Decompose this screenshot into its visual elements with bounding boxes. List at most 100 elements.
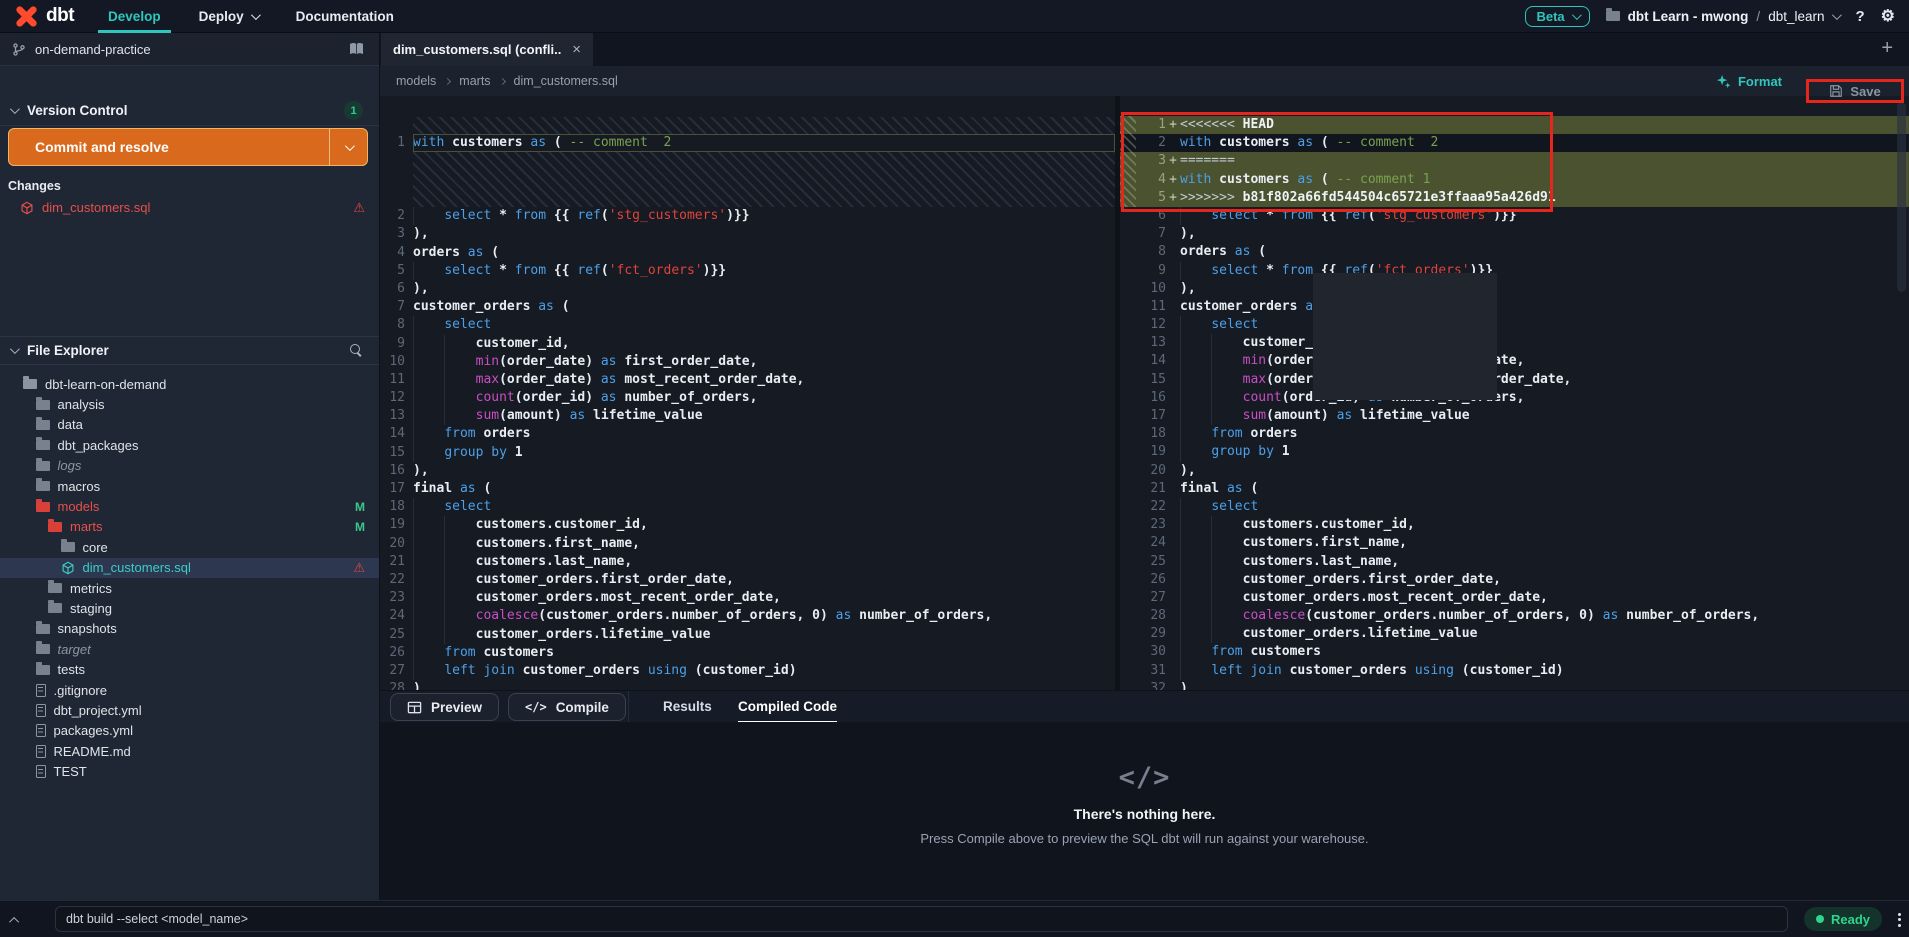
code-line[interactable]: 1with customers as ( -- comment 2: [380, 134, 1115, 152]
branch-selector[interactable]: on-demand-practice: [0, 33, 379, 66]
code-line[interactable]: 30 from customers: [1120, 643, 1909, 661]
code-line[interactable]: 26 from customers: [380, 644, 1115, 662]
file-tree-item[interactable]: metrics: [0, 578, 379, 598]
compile-button[interactable]: </> Compile: [508, 693, 626, 721]
code-line[interactable]: 31 left join customer_orders using (cust…: [1120, 662, 1909, 680]
file-tree-item[interactable]: core: [0, 537, 379, 557]
code-line[interactable]: 5+>>>>>>> b81f802a66fd544504c65721e3ffaa…: [1120, 189, 1909, 207]
file-tree-item[interactable]: modelsM: [0, 496, 379, 516]
code-line[interactable]: 16),: [380, 462, 1115, 480]
code-line[interactable]: 3),: [380, 225, 1115, 243]
code-line[interactable]: 3+=======: [1120, 152, 1909, 170]
file-tree-item[interactable]: logs: [0, 456, 379, 476]
diff-pane-modified[interactable]: 1+<<<<<<< HEAD2with customers as ( -- co…: [1115, 96, 1909, 690]
code-line[interactable]: 20 customers.first_name,: [380, 535, 1115, 553]
code-line[interactable]: 15 group by 1: [380, 444, 1115, 462]
new-tab-button[interactable]: +: [1881, 33, 1893, 66]
code-line[interactable]: 9 customer_id,: [380, 335, 1115, 353]
file-tree-item[interactable]: dbt_project.yml: [0, 700, 379, 720]
kebab-menu-icon[interactable]: [1898, 910, 1901, 929]
code-line[interactable]: 19 group by 1: [1120, 443, 1909, 461]
code-line[interactable]: 6),: [380, 280, 1115, 298]
save-button[interactable]: Save: [1829, 84, 1880, 99]
file-tree-item[interactable]: staging: [0, 598, 379, 618]
code-line[interactable]: 8 select: [380, 316, 1115, 334]
help-icon[interactable]: ?: [1855, 8, 1864, 25]
diff-pane-original[interactable]: 1with customers as ( -- comment 2 2 selec…: [380, 96, 1115, 690]
code-line[interactable]: 11 max(order_date) as most_recent_order_…: [380, 371, 1115, 389]
code-line[interactable]: 17final as (: [380, 480, 1115, 498]
file-tree-item[interactable]: analysis: [0, 394, 379, 414]
search-icon[interactable]: [350, 344, 363, 357]
code-line[interactable]: 14 from orders: [380, 425, 1115, 443]
nav-documentation[interactable]: Documentation: [292, 0, 398, 33]
breadcrumb-file[interactable]: dim_customers.sql: [514, 74, 618, 88]
file-explorer-header[interactable]: File Explorer: [0, 336, 379, 365]
close-icon[interactable]: ×: [572, 42, 581, 57]
code-line[interactable]: 12 count(order_id) as number_of_orders,: [380, 389, 1115, 407]
dbt-logo[interactable]: dbt: [14, 4, 74, 29]
code-line[interactable]: 2 select * from {{ ref('stg_customers')}…: [380, 207, 1115, 225]
gear-icon[interactable]: ⚙: [1881, 6, 1895, 26]
diff-editor[interactable]: 1with customers as ( -- comment 2 2 selec…: [380, 96, 1909, 690]
code-line[interactable]: 23 customer_orders.most_recent_order_dat…: [380, 589, 1115, 607]
code-line[interactable]: 18 from orders: [1120, 425, 1909, 443]
code-line[interactable]: 22 select: [1120, 498, 1909, 516]
command-input[interactable]: [55, 906, 1788, 932]
version-control-header[interactable]: Version Control 1: [0, 96, 379, 125]
preview-button[interactable]: Preview: [390, 693, 499, 721]
commit-options-dropdown[interactable]: [329, 129, 367, 165]
code-line[interactable]: 27 customer_orders.most_recent_order_dat…: [1120, 589, 1909, 607]
code-line[interactable]: 18 select: [380, 498, 1115, 516]
code-line[interactable]: 13 customer_id,: [1120, 334, 1909, 352]
code-line[interactable]: 28 coalesce(customer_orders.number_of_or…: [1120, 607, 1909, 625]
breadcrumb-models[interactable]: models: [396, 74, 436, 88]
code-line[interactable]: 25 customer_orders.lifetime_value: [380, 626, 1115, 644]
code-line[interactable]: 20),: [1120, 462, 1909, 480]
code-line[interactable]: 26 customer_orders.first_order_date,: [1120, 571, 1909, 589]
code-line[interactable]: 24 coalesce(customer_orders.number_of_or…: [380, 607, 1115, 625]
code-line[interactable]: 1+<<<<<<< HEAD: [1120, 116, 1909, 134]
code-line[interactable]: 29 customer_orders.lifetime_value: [1120, 625, 1909, 643]
code-line[interactable]: 10),: [1120, 280, 1909, 298]
file-tree-item[interactable]: target: [0, 639, 379, 659]
code-line[interactable]: 5 select * from {{ ref('fct_orders')}}: [380, 262, 1115, 280]
code-line[interactable]: 8orders as (: [1120, 243, 1909, 261]
code-line[interactable]: 14 min(order_date) as first_order_date,: [1120, 352, 1909, 370]
code-line[interactable]: 23 customers.customer_id,: [1120, 516, 1909, 534]
code-line[interactable]: 10 min(order_date) as first_order_date,: [380, 353, 1115, 371]
code-line[interactable]: 21 customers.last_name,: [380, 553, 1115, 571]
code-line[interactable]: 6 select * from {{ ref('stg_customers')}…: [1120, 207, 1909, 225]
code-line[interactable]: 25 customers.last_name,: [1120, 553, 1909, 571]
file-tree-item[interactable]: README.md: [0, 741, 379, 761]
file-tree-item[interactable]: dbt-learn-on-demand: [0, 374, 379, 394]
tab-compiled-code[interactable]: Compiled Code: [738, 691, 837, 723]
code-line[interactable]: 21final as (: [1120, 480, 1909, 498]
code-line[interactable]: 19 customers.customer_id,: [380, 516, 1115, 534]
editor-scrollbar[interactable]: [1897, 102, 1906, 292]
tab-results[interactable]: Results: [663, 691, 712, 723]
file-tree-item[interactable]: snapshots: [0, 619, 379, 639]
code-line[interactable]: 27 left join customer_orders using (cust…: [380, 662, 1115, 680]
account-breadcrumb[interactable]: dbt Learn - mwong / dbt_learn: [1606, 9, 1840, 24]
commit-and-resolve-button[interactable]: Commit and resolve: [8, 128, 368, 166]
changed-file-row[interactable]: dim_customers.sql ⚠: [0, 197, 379, 218]
code-line[interactable]: 28): [380, 680, 1115, 690]
file-tree-item[interactable]: dim_customers.sql⚠: [0, 558, 379, 578]
file-tree-item[interactable]: TEST: [0, 761, 379, 781]
code-line[interactable]: 15 max(order_date) as most_recent_order_…: [1120, 371, 1909, 389]
breadcrumb-marts[interactable]: marts: [459, 74, 490, 88]
code-line[interactable]: 4+with customers as ( -- comment 1: [1120, 171, 1909, 189]
chevron-up-icon[interactable]: [9, 917, 19, 927]
code-line[interactable]: 4orders as (: [380, 244, 1115, 262]
file-tree-item[interactable]: packages.yml: [0, 721, 379, 741]
code-line[interactable]: 22 customer_orders.first_order_date,: [380, 571, 1115, 589]
tab-dim-customers[interactable]: dim_customers.sql (confli... ×: [381, 33, 593, 66]
code-line[interactable]: 32): [1120, 680, 1909, 690]
code-line[interactable]: 24 customers.first_name,: [1120, 534, 1909, 552]
beta-dropdown[interactable]: Beta: [1525, 6, 1589, 27]
code-line[interactable]: 16 count(order_id) as number_of_orders,: [1120, 389, 1909, 407]
docs-book-icon[interactable]: [348, 41, 365, 57]
file-tree-item[interactable]: macros: [0, 476, 379, 496]
code-line[interactable]: 12 select: [1120, 316, 1909, 334]
